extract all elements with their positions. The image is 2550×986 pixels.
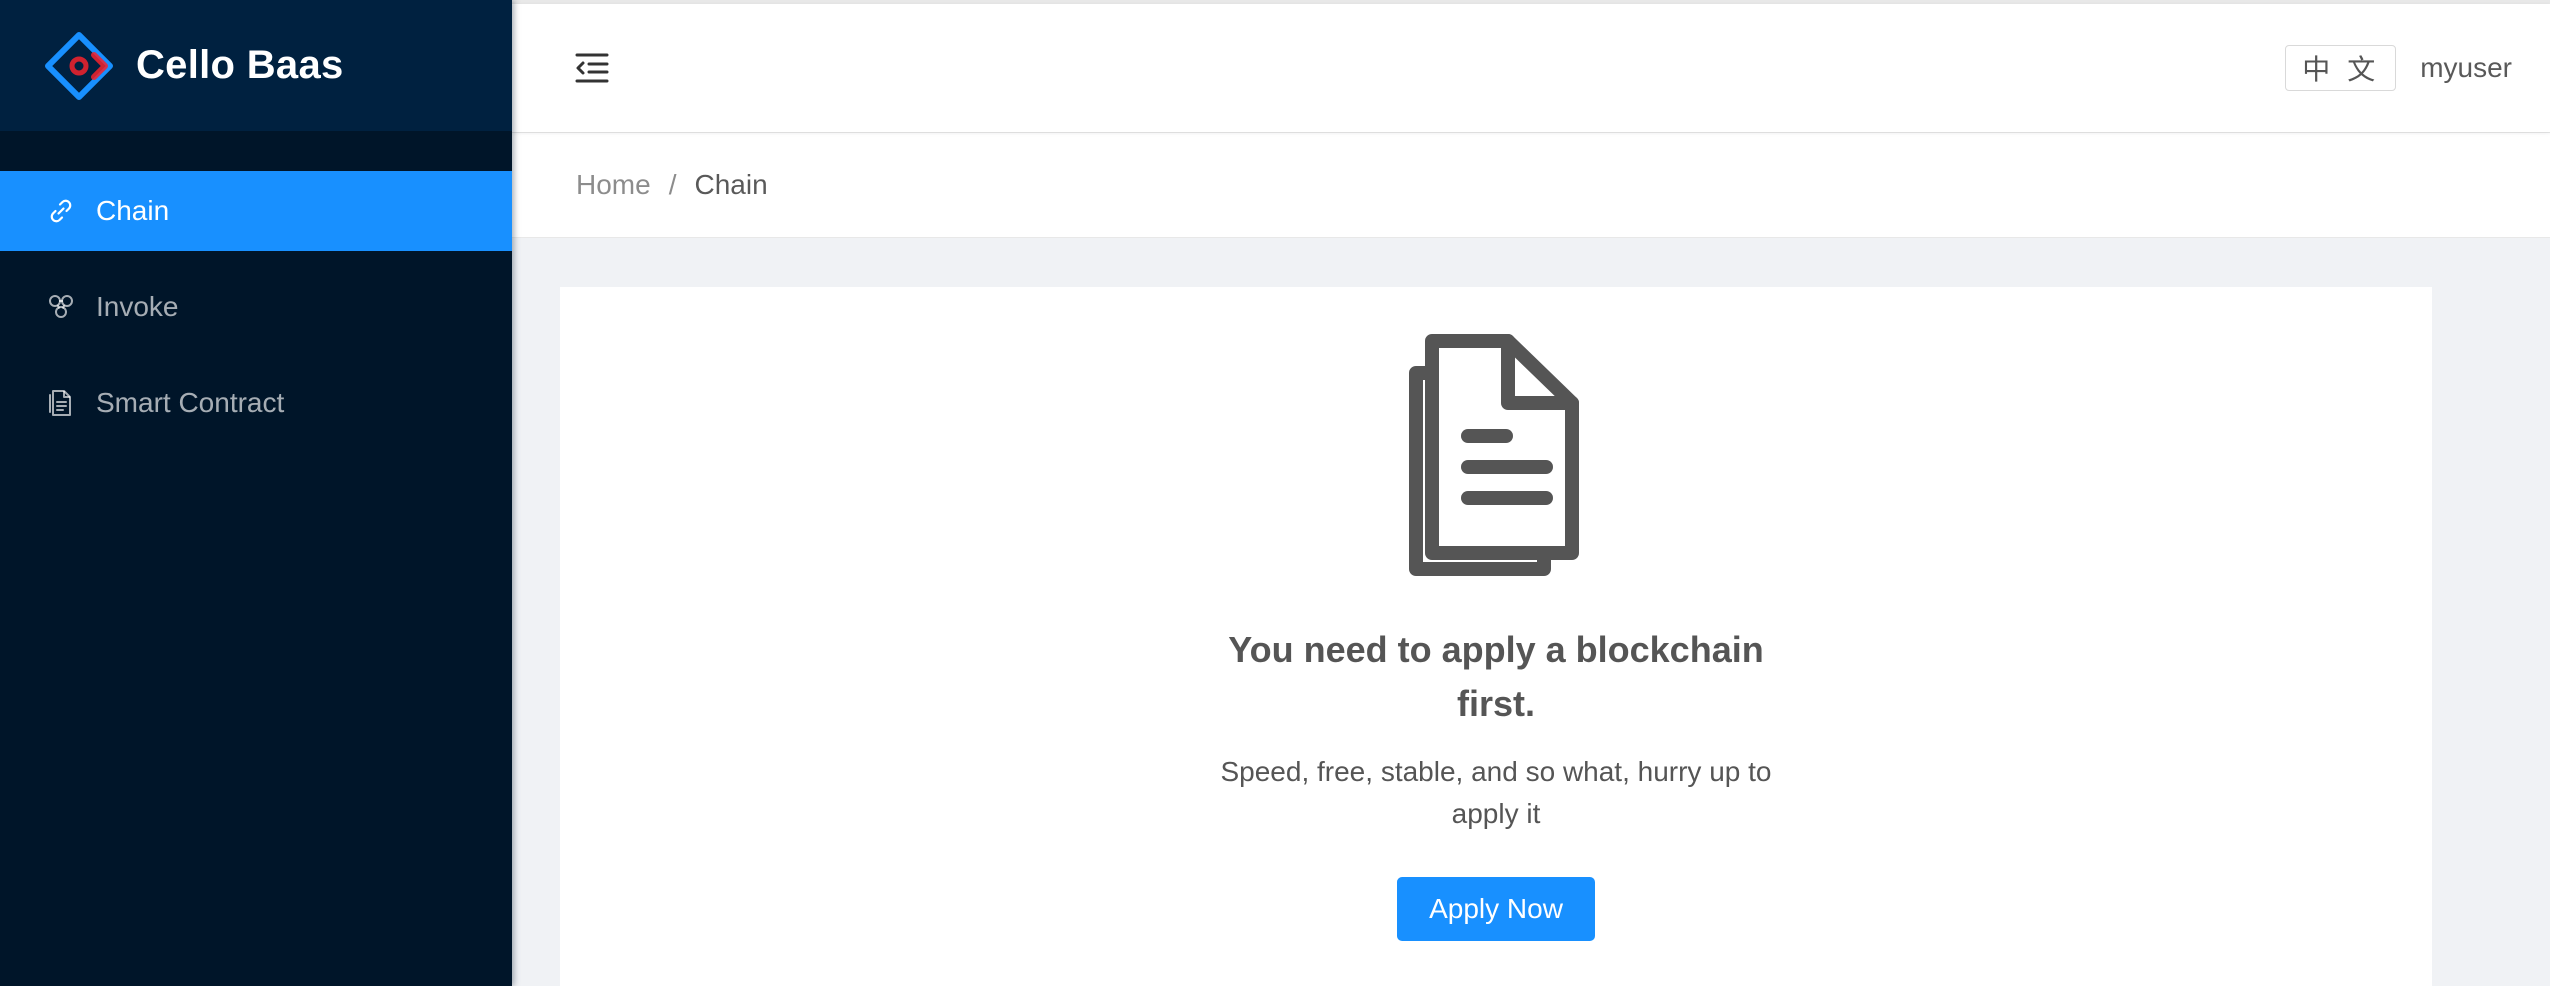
breadcrumb: Home / Chain: [512, 132, 2550, 238]
sidebar-item-label: Invoke: [96, 291, 179, 322]
brand-title: Cello Baas: [136, 43, 344, 87]
sidebar-menu: Chain Invoke Smart Contract: [0, 131, 512, 443]
header-actions: 中 文 myuser: [2285, 45, 2512, 91]
main-area: 中 文 myuser Home / Chain You need to appl…: [512, 0, 2550, 986]
copy-document-icon: [1409, 334, 1579, 576]
file-text-icon: [49, 390, 71, 416]
brand[interactable]: Cello Baas: [0, 0, 512, 131]
empty-state-title: You need to apply a blockchain first.: [1228, 629, 1764, 724]
apply-now-button[interactable]: Apply Now: [1397, 877, 1595, 941]
sidebar-item-smart-contract[interactable]: Smart Contract: [0, 363, 512, 443]
breadcrumb-separator: /: [668, 169, 677, 200]
menu-fold-button[interactable]: [562, 38, 622, 98]
empty-state: You need to apply a blockchain first. Sp…: [1196, 331, 1796, 941]
link-icon: [50, 199, 72, 223]
menu-fold-icon: [575, 53, 609, 83]
sidebar-item-invoke[interactable]: Invoke: [0, 267, 512, 347]
sidebar-item-label: Chain: [96, 195, 170, 226]
cluster-icon: [49, 295, 73, 318]
user-menu[interactable]: myuser: [2420, 52, 2512, 84]
sidebar-item-label: Smart Contract: [96, 387, 285, 418]
content-card: You need to apply a blockchain first. Sp…: [560, 287, 2432, 986]
app-root: Cello Baas Chain Invoke Smart Contract 中…: [0, 0, 2550, 986]
breadcrumb-current: Chain: [694, 169, 768, 200]
language-switch-button[interactable]: 中 文: [2285, 45, 2397, 91]
empty-state-description: Speed, free, stable, and so what, hurry …: [1220, 756, 1772, 829]
breadcrumb-home[interactable]: Home: [576, 169, 651, 201]
sidebar: Cello Baas Chain Invoke Smart Contract: [0, 0, 512, 986]
top-header: 中 文 myuser: [512, 4, 2550, 132]
diamond-logo-icon: [45, 31, 113, 100]
sidebar-item-chain[interactable]: Chain: [0, 171, 512, 251]
